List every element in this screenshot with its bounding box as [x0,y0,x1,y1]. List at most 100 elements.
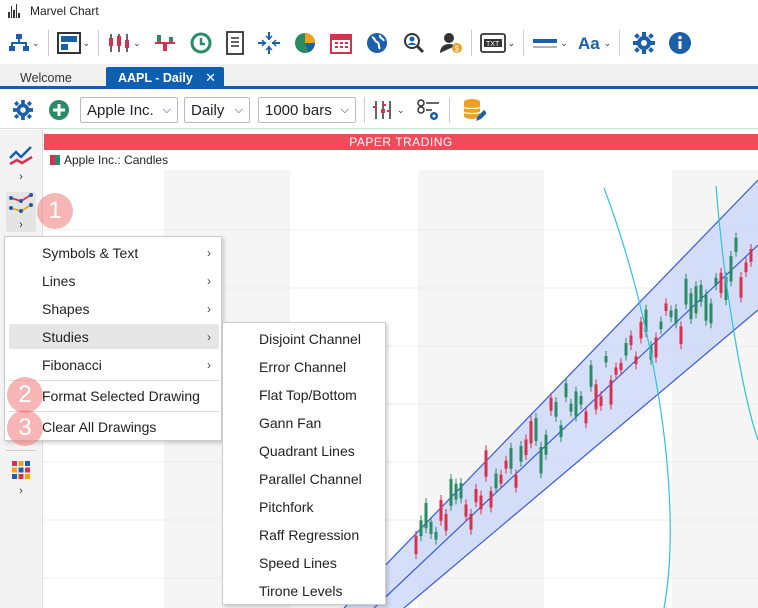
chevron-down-icon: ⌵ [340,103,349,116]
font-button[interactable]: Aa ⌄ [578,27,612,59]
drawing-context-menu: Symbols & Text › Lines › Shapes › Studies › … [4,236,222,441]
candle [579,395,583,405]
menu-item-label: Format Selected Drawing [42,387,200,404]
menu-item-fibonacci[interactable]: Fibonacci › [9,352,219,377]
ticker-button[interactable]: TXT ⌄ [479,27,515,59]
candles-button[interactable]: ⌄ [107,27,141,59]
chart-type-button[interactable]: ⌄ [371,94,405,126]
toolbar-separator [470,30,472,56]
submenu-item-pitchfork[interactable]: Pitchfork [223,493,385,521]
candle [434,532,438,540]
submenu-item-tirone-levels[interactable]: Tirone Levels [223,577,385,605]
add-icon [49,100,69,120]
info-button[interactable] [668,27,692,59]
globe-button[interactable] [365,27,389,59]
candle [674,309,678,324]
menu-item-shapes[interactable]: Shapes › [9,296,219,321]
svg-text:Aa: Aa [578,34,600,53]
submenu-item-error-channel[interactable]: Error Channel [223,353,385,381]
indicators-button[interactable] [153,27,177,59]
add-button[interactable] [48,94,70,126]
expand-caret-icon[interactable]: › [6,219,36,231]
chevron-right-icon: › [207,357,211,372]
menu-item-studies[interactable]: Studies › [9,324,219,349]
indicators-side-button[interactable]: › [6,144,36,183]
search-person-button[interactable] [401,27,427,59]
tab-label: AAPL - Daily [118,71,193,85]
candle [544,434,548,455]
chevron-right-icon: › [207,273,211,288]
document-button[interactable] [225,27,245,59]
grid-apps-icon [12,461,30,479]
candle [744,262,748,273]
tab-bar: Welcome AAPL - Daily ✕ [0,64,758,89]
bars-select[interactable]: 1000 bars ⌵ [258,97,356,123]
submenu-item-raff-regression[interactable]: Raff Regression [223,521,385,549]
main-toolbar: ⌄ ⌄ ⌄ $ TXT ⌄ ⌄ Aa ⌄ [0,22,758,64]
settings-icon [12,99,34,121]
toolbar-separator [448,97,450,123]
candle [574,391,578,417]
expand-caret-icon[interactable]: › [6,171,36,183]
chevron-down-icon: ⌵ [162,103,171,116]
menu-item-label: Symbols & Text [42,244,139,261]
database-edit-button[interactable] [462,94,486,126]
candle [624,343,628,356]
calendar-icon [329,34,352,54]
tab-welcome[interactable]: Welcome [20,67,72,89]
calendar-button[interactable] [329,27,353,59]
symbol-select[interactable]: Apple Inc. ⌵ [80,97,178,123]
submenu-item-parallel-channel[interactable]: Parallel Channel [223,465,385,493]
chart-settings-button[interactable] [12,94,34,126]
leftbar-separator [6,450,36,451]
toolbar-separator [98,30,100,56]
toolbar-separator [364,97,365,123]
line-style-button[interactable]: ⌄ [532,27,568,59]
settings-button[interactable] [632,27,656,59]
menu-separator [9,380,219,381]
submenu-item-disjoint-channel[interactable]: Disjoint Channel [223,325,385,353]
submenu-item-speed-lines[interactable]: Speed Lines [223,549,385,577]
candle [559,425,563,438]
pie-chart-icon [294,33,315,53]
candle [684,278,688,305]
user-dollar-icon: $ [439,33,462,54]
toolbar-separator [619,30,621,56]
objects-settings-button[interactable] [416,94,441,126]
tab-label: Welcome [20,71,72,85]
drawing-tools-side-button[interactable]: › [6,192,36,232]
candle [739,277,743,298]
line-style-icon [533,39,558,48]
candle [469,513,473,530]
candle [429,521,433,535]
menu-item-label: Lines [42,272,76,289]
candle [474,488,478,503]
submenu-item-flat-top-bottom[interactable]: Flat Top/Bottom [223,381,385,409]
pie-chart-button[interactable] [293,27,317,59]
candle [729,255,733,282]
layout-button[interactable]: ⌄ [56,27,90,59]
submenu-item-gann-fan[interactable]: Gann Fan [223,409,385,437]
document-icon [225,31,244,55]
submenu-item-quadrant-lines[interactable]: Quadrant Lines [223,437,385,465]
interval-select[interactable]: Daily ⌵ [184,97,250,123]
menu-item-lines[interactable]: Lines › [9,268,219,293]
candle [679,326,683,345]
candle [659,321,663,330]
menu-item-label: Studies [42,328,89,345]
hierarchy-button[interactable]: ⌄ [8,27,40,59]
chevron-right-icon: › [207,245,211,260]
candle [709,303,713,324]
close-tab-icon[interactable]: ✕ [205,70,216,86]
apps-side-button[interactable]: › [6,460,36,497]
menu-item-symbols-text[interactable]: Symbols & Text › [9,240,219,265]
chevron-down-icon: ⌵ [234,103,243,116]
tab-aapl-daily[interactable]: AAPL - Daily ✕ [106,67,224,89]
expand-caret-icon[interactable]: › [6,485,36,497]
crosshair-button[interactable] [257,27,281,59]
user-dollar-button[interactable]: $ [439,27,463,59]
history-button[interactable] [189,27,213,59]
candle [594,384,598,410]
candle [654,337,658,358]
font-icon: Aa [578,34,600,53]
